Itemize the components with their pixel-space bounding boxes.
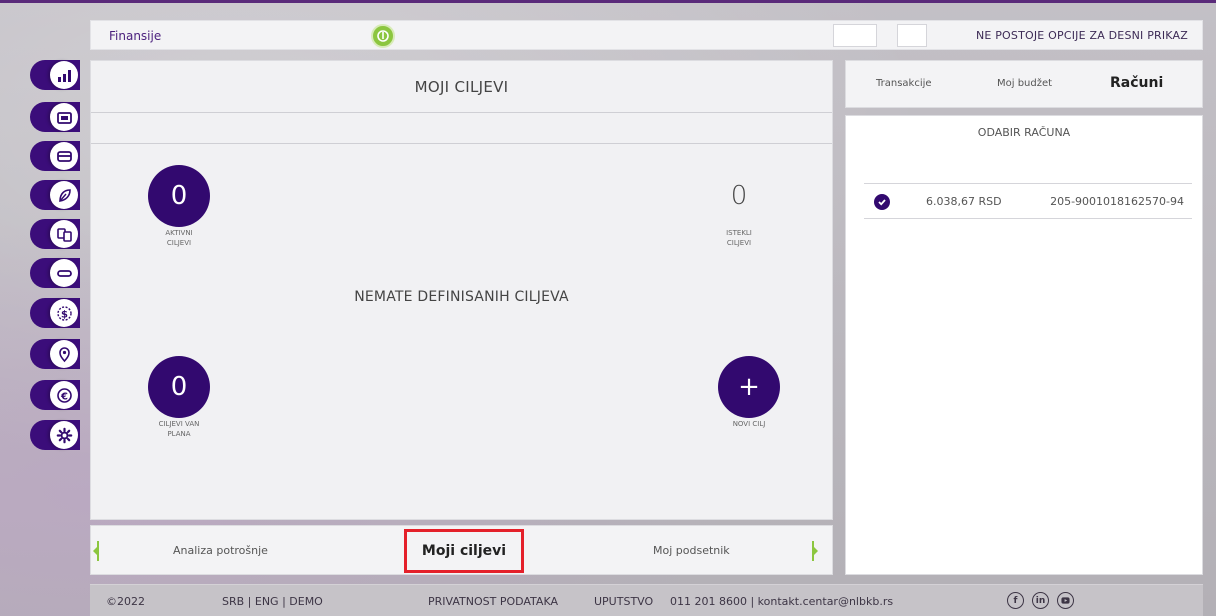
unplanned-goals-count[interactable]: 0	[148, 356, 210, 418]
minus-icon	[56, 269, 72, 277]
briefcase-icon	[56, 111, 72, 124]
accounts-title: ODABIR RAČUNA	[977, 126, 1071, 139]
tab-prev-arrow-icon[interactable]	[93, 541, 107, 561]
dollar-icon: $	[56, 305, 72, 321]
language-switcher[interactable]: SRB | ENG | DEMO	[222, 595, 323, 608]
leaf-icon	[58, 188, 71, 202]
account-number: 205-9001018162570-94	[1050, 195, 1184, 208]
help-link[interactable]: UPUTSTVO	[594, 595, 653, 608]
sidebar-item-payments[interactable]: $	[30, 298, 80, 328]
svg-text:€: €	[60, 391, 68, 402]
account-balance: 6.038,67 RSD	[926, 195, 1002, 208]
sidebar-item-analytics[interactable]	[30, 60, 80, 90]
goals-panel: MOJI CILJEVI 0 AKTIVNI CILJEVI 0 ISTEKLI…	[90, 60, 833, 520]
facebook-icon[interactable]: f	[1007, 592, 1024, 609]
add-goal-button[interactable]: +	[718, 356, 780, 418]
tab-budget[interactable]: Moj budžet	[997, 78, 1052, 89]
new-goal-label: NOVI CILJ	[732, 420, 766, 428]
accounts-panel: ODABIR RAČUNA 6.038,67 RSD 205-900101816…	[845, 115, 1203, 575]
linkedin-icon[interactable]: in	[1032, 592, 1049, 609]
unplanned-goals-label-line1: CILJEVI VAN	[158, 420, 200, 428]
contact-info[interactable]: 011 201 8600 | kontakt.centar@nlbkb.rs	[670, 595, 893, 608]
sidebar-item-loans[interactable]	[30, 258, 80, 288]
svg-text:$: $	[61, 309, 68, 320]
expired-goals-count[interactable]: 0	[708, 165, 770, 227]
power-icon[interactable]	[371, 24, 395, 48]
privacy-link[interactable]: PRIVATNOST PODATAKA	[428, 595, 558, 608]
transfer-icon	[56, 227, 72, 242]
empty-state-message: NEMATE DEFINISANIH CILJEVA	[354, 289, 569, 305]
expired-goals-label-line1: ISTEKLI	[726, 229, 752, 237]
sidebar-item-wallet[interactable]	[30, 102, 80, 132]
tab-spending-analysis[interactable]: Analiza potrošnje	[173, 544, 268, 557]
sidebar-item-locations[interactable]	[30, 339, 80, 369]
panel-subheader	[91, 113, 832, 144]
expired-goals[interactable]: 0 ISTEKLI CILJEVI	[694, 165, 784, 247]
sidebar-item-settings[interactable]	[30, 420, 80, 450]
copyright: ©2022	[106, 595, 145, 608]
new-goal[interactable]: + NOVI CILJ	[704, 356, 794, 428]
bar-chart-icon	[57, 69, 71, 82]
sidebar-item-savings[interactable]	[30, 180, 80, 210]
unplanned-goals[interactable]: 0 CILJEVI VAN PLANA	[134, 356, 224, 438]
bottom-tab-bar: Analiza potrošnje Moji ciljevi Moj podse…	[90, 525, 833, 575]
expired-goals-label-line2: CILJEVI	[726, 239, 752, 247]
card-icon	[56, 150, 72, 162]
check-icon[interactable]	[874, 194, 890, 210]
active-goals[interactable]: 0 AKTIVNI CILJEVI	[134, 165, 224, 247]
unplanned-goals-label-line2: PLANA	[167, 430, 191, 438]
active-goals-label-line1: AKTIVNI	[165, 229, 193, 237]
euro-icon: €	[56, 387, 72, 403]
youtube-icon[interactable]	[1057, 592, 1074, 609]
right-panel-message: NE POSTOJE OPCIJE ZA DESNI PRIKAZ	[975, 29, 1188, 42]
active-goals-label-line2: CILJEVI	[166, 239, 192, 247]
app-title[interactable]: Finansije	[109, 29, 161, 43]
active-goals-count[interactable]: 0	[148, 165, 210, 227]
page-title: MOJI CILJEVI	[91, 61, 832, 113]
right-panel-tabs: Transakcije Moj budžet Računi	[845, 60, 1203, 108]
tab-transactions[interactable]: Transakcije	[876, 78, 932, 89]
tab-accounts[interactable]: Računi	[1110, 75, 1163, 91]
top-bar: Finansije NE POSTOJE OPCIJE ZA DESNI PRI…	[90, 20, 1203, 50]
tab-my-goals[interactable]: Moji ciljevi	[404, 529, 524, 573]
sidebar-item-transfers[interactable]	[30, 219, 80, 249]
sidebar-item-exchange[interactable]: €	[30, 380, 80, 410]
toolbar-box[interactable]	[897, 24, 927, 47]
toolbar-box[interactable]	[833, 24, 877, 47]
top-accent-line	[0, 0, 1216, 3]
footer: ©2022 SRB | ENG | DEMO PRIVATNOST PODATA…	[90, 584, 1203, 616]
account-row[interactable]: 6.038,67 RSD 205-9001018162570-94	[864, 183, 1192, 219]
gear-icon	[56, 427, 72, 443]
sidebar-item-cards[interactable]	[30, 141, 80, 171]
location-icon	[58, 346, 70, 362]
tab-my-reminder[interactable]: Moj podsetnik	[653, 544, 730, 557]
tab-next-arrow-icon[interactable]	[804, 541, 818, 561]
